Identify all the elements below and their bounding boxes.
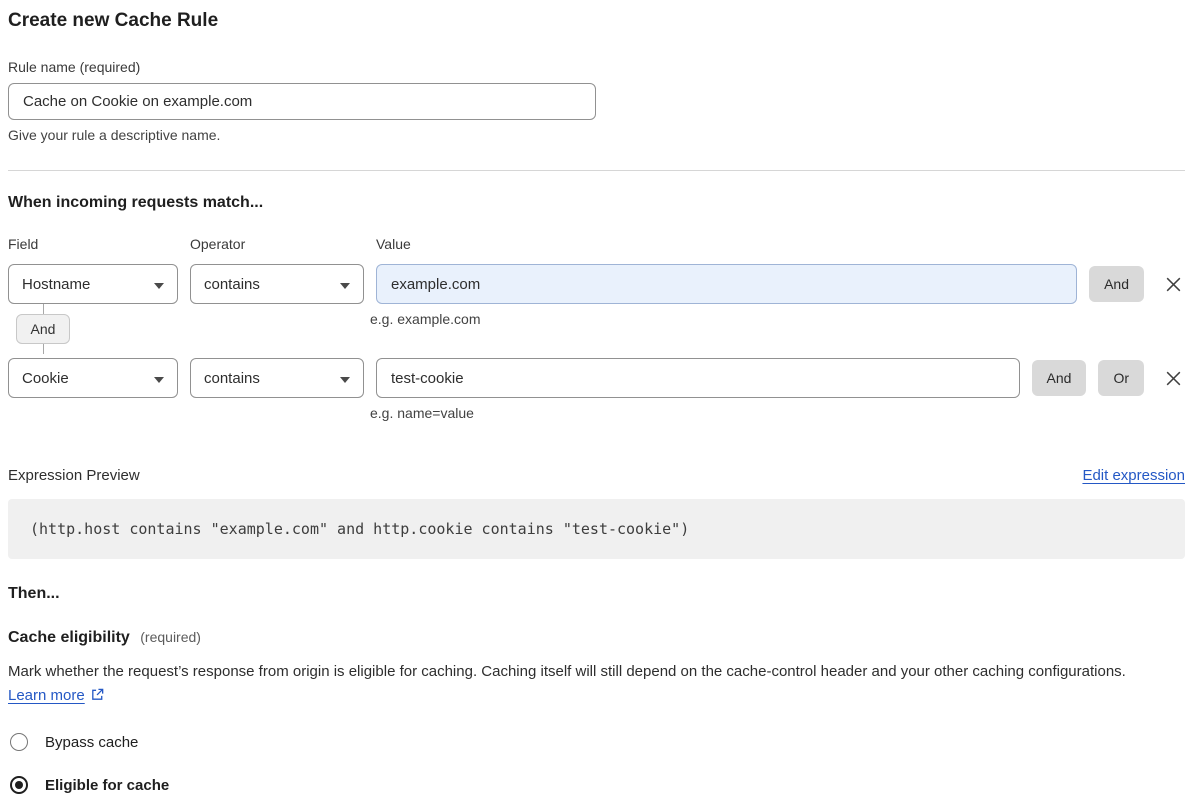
edit-expression-link[interactable]: Edit expression bbox=[1082, 467, 1185, 484]
value-hint: e.g. example.com bbox=[370, 304, 1185, 327]
description-text: Mark whether the request’s response from… bbox=[8, 663, 1126, 680]
operator-select-value: contains bbox=[204, 370, 260, 387]
expression-preview-label: Expression Preview bbox=[8, 467, 140, 484]
expression-code: (http.host contains "example.com" and ht… bbox=[8, 499, 1185, 559]
cache-eligibility-description: Mark whether the request’s response from… bbox=[8, 660, 1168, 710]
operator-column-header: Operator bbox=[190, 236, 364, 252]
connector-line bbox=[43, 344, 44, 354]
rule-name-label: Rule name (required) bbox=[8, 59, 1185, 75]
radio-selected-icon[interactable] bbox=[10, 776, 28, 794]
chevron-down-icon bbox=[340, 276, 350, 293]
and-condition-button[interactable]: And bbox=[1032, 360, 1087, 396]
value-hint: e.g. name=value bbox=[370, 405, 1185, 421]
value-input[interactable] bbox=[376, 358, 1020, 398]
field-select-value: Hostname bbox=[22, 276, 90, 293]
required-note: (required) bbox=[140, 629, 201, 645]
eligible-for-cache-option[interactable]: Eligible for cache bbox=[8, 774, 1185, 796]
operator-select-value: contains bbox=[204, 276, 260, 293]
operator-select[interactable]: contains bbox=[190, 264, 364, 304]
value-input[interactable] bbox=[376, 264, 1077, 304]
or-condition-button[interactable]: Or bbox=[1098, 360, 1144, 396]
operator-select[interactable]: contains bbox=[190, 358, 364, 398]
chevron-down-icon bbox=[340, 370, 350, 387]
remove-condition-button[interactable] bbox=[1162, 367, 1185, 390]
radio-unselected-icon[interactable] bbox=[10, 733, 28, 751]
connector-line bbox=[43, 304, 44, 314]
external-link-icon bbox=[90, 689, 105, 706]
expression-preview-header: Expression Preview Edit expression bbox=[8, 467, 1185, 484]
page-title: Create new Cache Rule bbox=[8, 10, 1185, 32]
rule-name-input[interactable] bbox=[8, 83, 596, 120]
condition-column-headers: Field Operator Value bbox=[8, 236, 1185, 252]
condition-row: Hostname contains And bbox=[8, 264, 1185, 304]
condition-row: Cookie contains And Or bbox=[8, 358, 1185, 398]
bypass-cache-label: Bypass cache bbox=[45, 734, 138, 751]
remove-condition-button[interactable] bbox=[1162, 273, 1185, 296]
create-cache-rule-form: Create new Cache Rule Rule name (require… bbox=[0, 0, 1200, 796]
field-select[interactable]: Hostname bbox=[8, 264, 178, 304]
cache-eligibility-options: Bypass cache Eligible for cache bbox=[8, 731, 1185, 796]
eligible-for-cache-label: Eligible for cache bbox=[45, 777, 169, 794]
then-heading: Then... bbox=[8, 585, 1185, 603]
field-select[interactable]: Cookie bbox=[8, 358, 178, 398]
match-heading: When incoming requests match... bbox=[8, 194, 1185, 212]
and-condition-button[interactable]: And bbox=[1089, 266, 1144, 302]
connector-zone: e.g. example.com And bbox=[8, 304, 1185, 358]
cache-eligibility-heading: Cache eligibility (required) bbox=[8, 629, 1185, 647]
value-column-header: Value bbox=[376, 236, 411, 252]
learn-more-link[interactable]: Learn more bbox=[8, 687, 85, 704]
bypass-cache-option[interactable]: Bypass cache bbox=[8, 731, 1185, 753]
and-connector: And bbox=[16, 304, 70, 354]
rule-name-help: Give your rule a descriptive name. bbox=[8, 127, 1185, 143]
chevron-down-icon bbox=[154, 370, 164, 387]
close-icon bbox=[1164, 376, 1183, 391]
field-column-header: Field bbox=[8, 236, 178, 252]
chevron-down-icon bbox=[154, 276, 164, 293]
and-connector-button[interactable]: And bbox=[16, 314, 71, 344]
field-select-value: Cookie bbox=[22, 370, 69, 387]
close-icon bbox=[1164, 282, 1183, 297]
cache-eligibility-title: Cache eligibility bbox=[8, 629, 130, 646]
section-divider bbox=[8, 170, 1185, 171]
